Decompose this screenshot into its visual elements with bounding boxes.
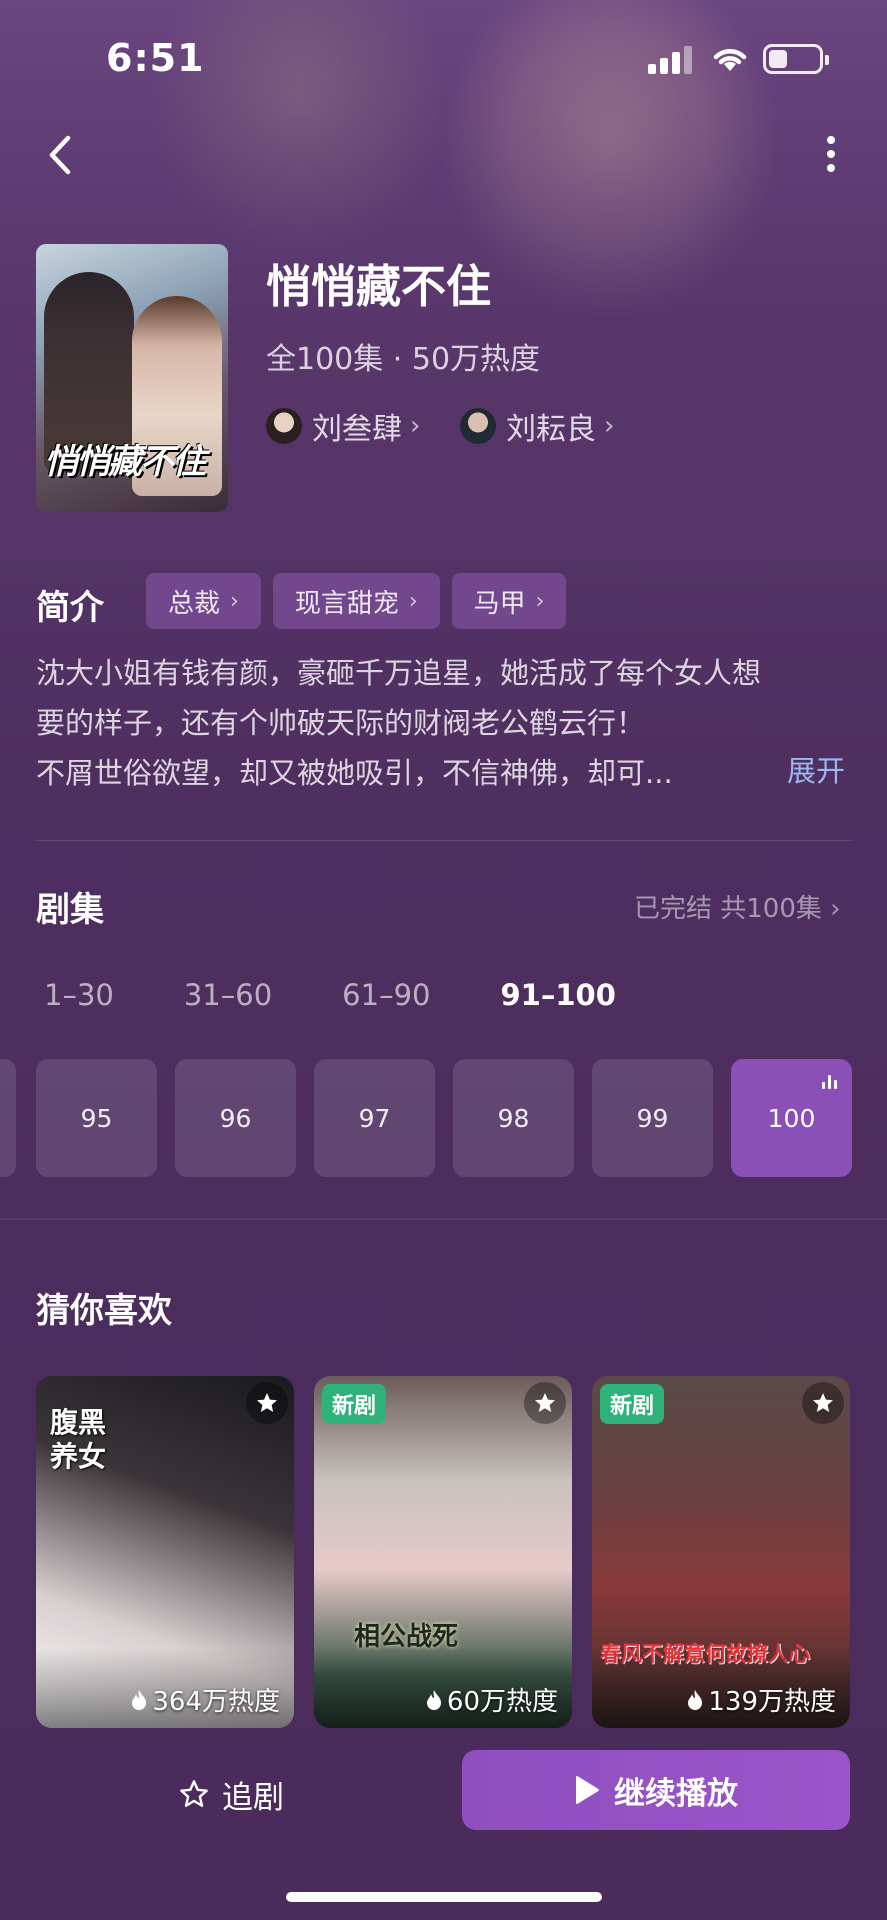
episode-button-99[interactable]: 99: [592, 1059, 713, 1177]
recommend-card-3[interactable]: 新剧 春风不解意何故撩人心 139万热度: [592, 1376, 850, 1728]
actor-link-2[interactable]: 刘耘良 ›: [460, 404, 614, 448]
range-tab-91-100[interactable]: 91–100: [500, 978, 615, 1012]
intro-heading: 简介: [36, 588, 104, 628]
new-badge: 新剧: [322, 1384, 387, 1424]
range-tab-61-90[interactable]: 61–90: [342, 978, 430, 1012]
status-bar: 6:51: [0, 0, 887, 110]
fire-icon: [132, 1689, 147, 1710]
episode-button-98[interactable]: 98: [453, 1059, 574, 1177]
episode-button-100[interactable]: 100: [731, 1059, 852, 1177]
follow-button[interactable]: 追剧: [178, 1764, 284, 1824]
episode-list: 95 96 97 98 99 100: [36, 1059, 852, 1177]
recommend-heading: 猜你喜欢: [36, 1291, 172, 1331]
episode-button-95[interactable]: 95: [36, 1059, 157, 1177]
chevron-right-icon: ›: [410, 411, 421, 441]
tag-disguise[interactable]: 马甲 ›: [451, 573, 567, 629]
poster-title: 悄悄藏不住: [44, 442, 206, 482]
actor-avatar: [460, 408, 496, 444]
star-icon[interactable]: [246, 1382, 288, 1424]
chevron-right-icon: ›: [230, 588, 239, 614]
play-label: 继续播放: [614, 1775, 738, 1812]
episode-button-partial[interactable]: [0, 1059, 16, 1177]
range-tab-31-60[interactable]: 31–60: [184, 978, 272, 1012]
section-separator: [0, 1218, 887, 1220]
back-icon[interactable]: [40, 130, 80, 180]
synopsis-line: 要的样子，还有个帅破天际的财阀老公鹤云行！: [36, 706, 646, 740]
recommend-card-1[interactable]: 腹黑养女 364万热度: [36, 1376, 294, 1728]
episodes-heading: 剧集: [36, 890, 104, 930]
chevron-right-icon: ›: [604, 411, 615, 441]
chevron-right-icon: ›: [408, 588, 418, 614]
star-icon[interactable]: [524, 1382, 566, 1424]
status-time: 6:51: [106, 36, 205, 80]
follow-label: 追剧: [222, 1779, 284, 1816]
new-badge: 新剧: [600, 1384, 665, 1424]
recommend-list: 腹黑养女 364万热度 新剧 相公战死 60万热度 新剧 春风不解意: [36, 1376, 850, 1728]
expand-link[interactable]: 展开: [787, 748, 845, 790]
genre-tags: 总裁 › 现言甜宠 › 马甲 ›: [146, 573, 567, 629]
actor-name: 刘耘良: [506, 412, 596, 447]
fire-icon: [426, 1689, 441, 1710]
actor-link-1[interactable]: 刘叁肆 ›: [266, 404, 420, 448]
drama-poster[interactable]: 悄悄藏不住: [36, 244, 228, 512]
tag-romance[interactable]: 现言甜宠 ›: [272, 573, 440, 629]
wifi-icon: [713, 49, 747, 71]
actor-name: 刘叁肆: [312, 412, 402, 447]
drama-title: 悄悄藏不住: [266, 260, 492, 313]
range-tab-1-30[interactable]: 1–30: [44, 978, 114, 1012]
star-icon[interactable]: [802, 1382, 844, 1424]
episode-button-97[interactable]: 97: [314, 1059, 435, 1177]
tag-ceo[interactable]: 总裁 ›: [146, 573, 261, 629]
synopsis-line: 沈大小姐有钱有颜，豪砸千万追星，她活成了每个女人想: [36, 656, 762, 690]
more-icon[interactable]: [816, 130, 846, 184]
synopsis: 沈大小姐有钱有颜，豪砸千万追星，她活成了每个女人想 要的样子，还有个帅破天际的财…: [36, 648, 856, 798]
equalizer-icon: [822, 1075, 838, 1089]
card-heat: 60万热度: [425, 1681, 558, 1718]
recommend-card-2[interactable]: 新剧 相公战死 60万热度: [314, 1376, 572, 1728]
battery-icon: [763, 44, 829, 74]
fire-icon: [688, 1689, 703, 1710]
star-outline-icon: [180, 1780, 208, 1807]
synopsis-line: 不屑世俗欲望，却又被她吸引，不信神佛，却可...: [36, 756, 673, 790]
play-icon: [576, 1776, 599, 1804]
card-heat: 364万热度: [130, 1681, 280, 1718]
episode-button-96[interactable]: 96: [175, 1059, 296, 1177]
drama-detail-screen: 6:51 悄悄藏不住 悄悄藏不住 全100集 · 50万热度 刘叁肆 › 刘耘良…: [0, 0, 887, 1920]
drama-meta: 全100集 · 50万热度: [266, 342, 541, 377]
actor-avatar: [266, 408, 302, 444]
divider: [36, 840, 851, 841]
card-heat: 139万热度: [686, 1681, 836, 1718]
continue-play-button[interactable]: 继续播放: [462, 1750, 850, 1830]
home-indicator[interactable]: [286, 1892, 602, 1902]
card-poster-title: 腹黑养女: [50, 1406, 107, 1473]
episodes-status-link[interactable]: 已完结 共100集 ›: [634, 888, 841, 925]
chevron-right-icon: ›: [535, 588, 545, 614]
episode-range-tabs: 1–30 31–60 61–90 91–100: [44, 978, 686, 1012]
signal-icon: [648, 46, 694, 74]
